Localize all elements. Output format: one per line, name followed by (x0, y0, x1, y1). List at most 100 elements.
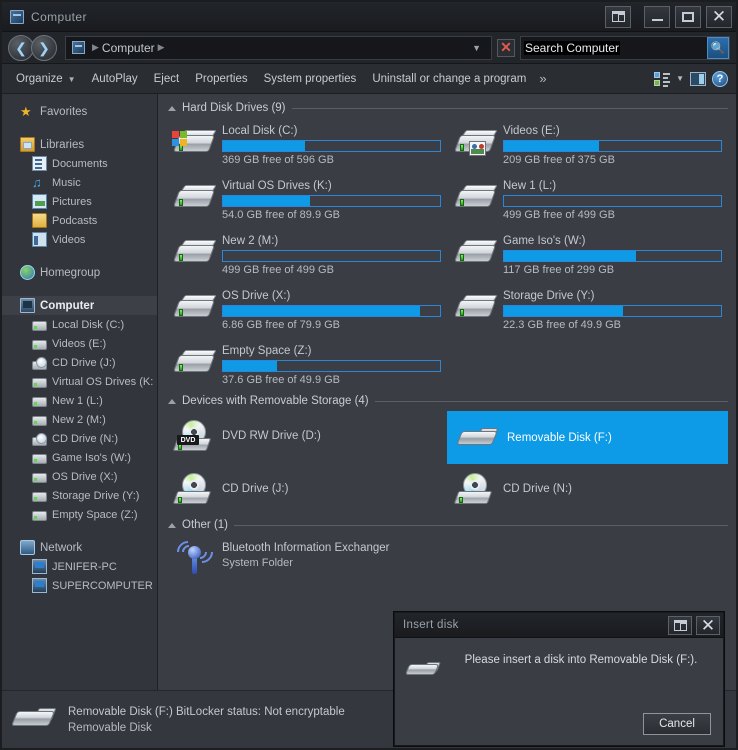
device-tile-cd-drive-j[interactable]: CD Drive (J:) (166, 464, 447, 517)
help-icon[interactable]: ? (712, 70, 728, 87)
restore-layout-icon[interactable] (605, 5, 631, 28)
close-icon[interactable]: ✕ (696, 615, 720, 635)
dialog-title-bar: Insert disk ✕ (395, 613, 723, 638)
drive-tile-virtual-os-drives-k[interactable]: Virtual OS Drives (K:) 54.0 GB free of 8… (166, 173, 447, 228)
sidebar-item-music[interactable]: ♫ Music (2, 173, 157, 192)
drive-icon (453, 292, 499, 332)
sidebar-item-new-1-l[interactable]: New 1 (L:) (2, 391, 157, 410)
sidebar-item-cd-drive-j[interactable]: CD Drive (J:) (2, 353, 157, 372)
drive-info: Storage Drive (Y:) 22.3 GB free of 49.9 … (503, 286, 728, 331)
preview-pane-icon[interactable] (690, 71, 706, 86)
drive-tile-new-1-l[interactable]: New 1 (L:) 499 GB free of 499 GB (447, 173, 728, 228)
network-computer-icon (32, 559, 47, 574)
system-properties-button[interactable]: System properties (256, 69, 365, 89)
sidebar-item-videos[interactable]: Videos (2, 230, 157, 249)
breadcrumb[interactable]: Computer (102, 41, 155, 55)
sidebar-item-network[interactable]: Network (2, 538, 157, 557)
sidebar-item-favorites[interactable]: ★ Favorites (2, 102, 157, 121)
sidebar-item-documents[interactable]: Documents (2, 154, 157, 173)
drive-name: Game Iso's (W:) (503, 235, 586, 247)
close-icon[interactable]: ✕ (706, 5, 732, 28)
cd-drive-icon (172, 471, 218, 511)
stop-icon[interactable]: ✕ (497, 38, 515, 57)
sidebar-item-label: New 1 (L:) (52, 394, 103, 407)
other-tile-bluetooth-information-exchanger[interactable]: Bluetooth Information Exchanger System F… (166, 535, 447, 584)
other-tiles: Bluetooth Information Exchanger System F… (166, 535, 728, 584)
capacity-fill (223, 306, 421, 316)
triangle-up-icon[interactable] (168, 398, 176, 404)
sidebar-item-virtual-os-drives-k[interactable]: Virtual OS Drives (K: (2, 372, 157, 391)
drive-tile-os-drive-x[interactable]: OS Drive (X:) 6.86 GB free of 79.9 GB (166, 283, 447, 338)
sidebar-item-libraries[interactable]: Libraries (2, 135, 157, 154)
sidebar-item-cd-drive-n[interactable]: CD Drive (N:) (2, 429, 157, 448)
drive-tile-game-isos-w[interactable]: Game Iso's (W:) 117 GB free of 299 GB (447, 228, 728, 283)
drive-tile-local-disk-c[interactable]: Local Disk (C:) 369 GB free of 596 GB (166, 118, 447, 173)
maximize-icon[interactable] (675, 5, 701, 28)
drive-tile-videos-e[interactable]: Videos (E:) 209 GB free of 375 GB (447, 118, 728, 173)
chevron-down-icon[interactable]: ▼ (676, 74, 684, 83)
toolbar-right-group: ▼ ? (654, 70, 730, 87)
sidebar-item-computer[interactable]: Computer (2, 296, 157, 315)
address-input[interactable]: ▶ Computer ▶ ▼ (65, 35, 492, 60)
insert-disk-dialog[interactable]: Insert disk ✕ Please insert a disk into … (394, 612, 724, 746)
content-pane[interactable]: Hard Disk Drives (9) Local Disk (C:) 369… (158, 94, 736, 690)
group-header-other[interactable]: Other (1) (166, 519, 728, 531)
drive-name: Empty Space (Z:) (222, 345, 312, 357)
drive-info: Game Iso's (W:) 117 GB free of 299 GB (503, 231, 728, 276)
device-tile-dvd-rw-drive-d[interactable]: DVD DVD RW Drive (D:) (166, 411, 447, 464)
autoplay-button[interactable]: AutoPlay (84, 69, 146, 89)
forward-arrow-icon[interactable]: ❯ (31, 34, 57, 61)
device-tile-removable-disk-f[interactable]: Removable Disk (F:) (447, 411, 728, 464)
device-tile-cd-drive-n[interactable]: CD Drive (N:) (447, 464, 728, 517)
sidebar-item-homegroup[interactable]: Homegroup (2, 263, 157, 282)
sidebar-item-label: Favorites (40, 105, 88, 118)
chevron-down-icon[interactable]: ▼ (466, 43, 487, 53)
folder-icon (32, 213, 47, 228)
organize-button[interactable]: Organize ▼ (8, 69, 84, 89)
cancel-button[interactable]: Cancel (643, 713, 711, 735)
views-icon[interactable] (654, 71, 671, 87)
network-computer-icon (32, 578, 47, 593)
sidebar-item-os-drive-x[interactable]: OS Drive (X:) (2, 467, 157, 486)
sidebar-item-jenifer-pc[interactable]: JENIFER-PC (2, 557, 157, 576)
toolbar-overflow-button[interactable]: » (534, 67, 551, 90)
capacity-fill (223, 361, 278, 371)
minimize-icon[interactable] (644, 5, 670, 28)
group-header-hard-disk-drives[interactable]: Hard Disk Drives (9) (166, 102, 728, 114)
sidebar-item-label: Videos (E:) (52, 337, 107, 350)
navigation-pane[interactable]: ★ Favorites Libraries Documents ♫ Music (2, 94, 158, 690)
drive-icon (32, 397, 47, 407)
sidebar-item-pictures[interactable]: Pictures (2, 192, 157, 211)
search-input[interactable]: Search Computer 🔍 (520, 35, 730, 60)
properties-button[interactable]: Properties (187, 69, 255, 89)
restore-layout-icon[interactable] (668, 615, 692, 635)
sidebar-item-podcasts[interactable]: Podcasts (2, 211, 157, 230)
capacity-bar (503, 305, 722, 317)
device-info: DVD RW Drive (D:) (222, 430, 447, 442)
drive-tile-storage-drive-y[interactable]: Storage Drive (Y:) 22.3 GB free of 49.9 … (447, 283, 728, 338)
triangle-up-icon[interactable] (168, 522, 176, 528)
usb-drive-icon (10, 700, 64, 740)
eject-button[interactable]: Eject (146, 69, 188, 89)
computer-icon (10, 9, 24, 24)
sidebar-item-local-disk-c[interactable]: Local Disk (C:) (2, 315, 157, 334)
chevron-right-icon[interactable]: ▶ (158, 42, 165, 53)
sidebar-item-new-2-m[interactable]: New 2 (M:) (2, 410, 157, 429)
drive-tile-empty-space-z[interactable]: Empty Space (Z:) 37.6 GB free of 49.9 GB (166, 338, 447, 393)
uninstall-or-change-a-program-button[interactable]: Uninstall or change a program (364, 69, 534, 89)
divider (374, 400, 728, 402)
drive-info: Virtual OS Drives (K:) 54.0 GB free of 8… (222, 176, 447, 221)
status-details: Removable Disk (F:) BitLocker status: No… (68, 706, 345, 734)
triangle-up-icon[interactable] (168, 105, 176, 111)
drive-tile-new-2-m[interactable]: New 2 (M:) 499 GB free of 499 GB (166, 228, 447, 283)
search-icon[interactable]: 🔍 (707, 36, 729, 59)
sidebar-item-videos-e[interactable]: Videos (E:) (2, 334, 157, 353)
sidebar-item-storage-drive-y[interactable]: Storage Drive (Y:) (2, 486, 157, 505)
sidebar-item-empty-space-z[interactable]: Empty Space (Z:) (2, 505, 157, 524)
sidebar-item-supercomputer[interactable]: SUPERCOMPUTER (2, 576, 157, 595)
group-header-removable-storage[interactable]: Devices with Removable Storage (4) (166, 395, 728, 407)
sidebar-group-favorites: ★ Favorites (2, 102, 157, 121)
dialog-body: Please insert a disk into Removable Disk… (395, 638, 723, 713)
chevron-right-icon: ▶ (92, 42, 99, 52)
sidebar-item-game-isos-w[interactable]: Game Iso's (W:) (2, 448, 157, 467)
